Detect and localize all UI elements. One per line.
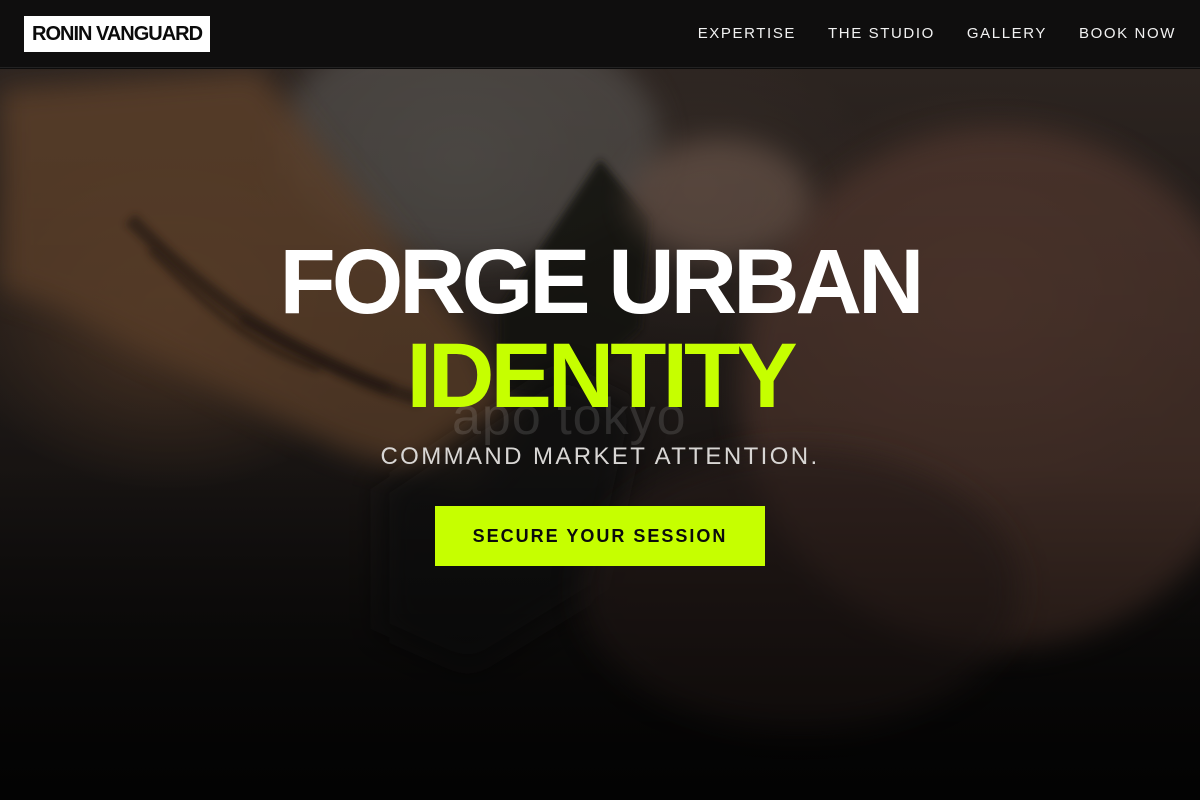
nav-link-book-now[interactable]: BOOK NOW: [1079, 25, 1176, 42]
brand-logo[interactable]: RONIN VANGUARD: [24, 15, 211, 52]
nav-link-the-studio[interactable]: THE STUDIO: [828, 25, 935, 42]
hero-content: FORGE URBAN IDENTITY COMMAND MARKET ATTE…: [0, 69, 1200, 800]
main-nav: EXPERTISE THE STUDIO GALLERY BOOK NOW: [698, 25, 1176, 42]
secure-session-button[interactable]: SECURE YOUR SESSION: [435, 506, 765, 566]
hero-headline-line1: FORGE URBAN: [279, 231, 925, 333]
nav-link-gallery[interactable]: GALLERY: [967, 25, 1047, 42]
hero-headline-line2: IDENTITY: [406, 325, 797, 427]
hero-section: apo tokyo FORGE URBAN IDENTITY COMMAND M…: [0, 69, 1200, 800]
site-header: RONIN VANGUARD EXPERTISE THE STUDIO GALL…: [0, 0, 1200, 68]
hero-tagline: COMMAND MARKET ATTENTION.: [380, 443, 820, 470]
nav-link-expertise[interactable]: EXPERTISE: [698, 25, 796, 42]
